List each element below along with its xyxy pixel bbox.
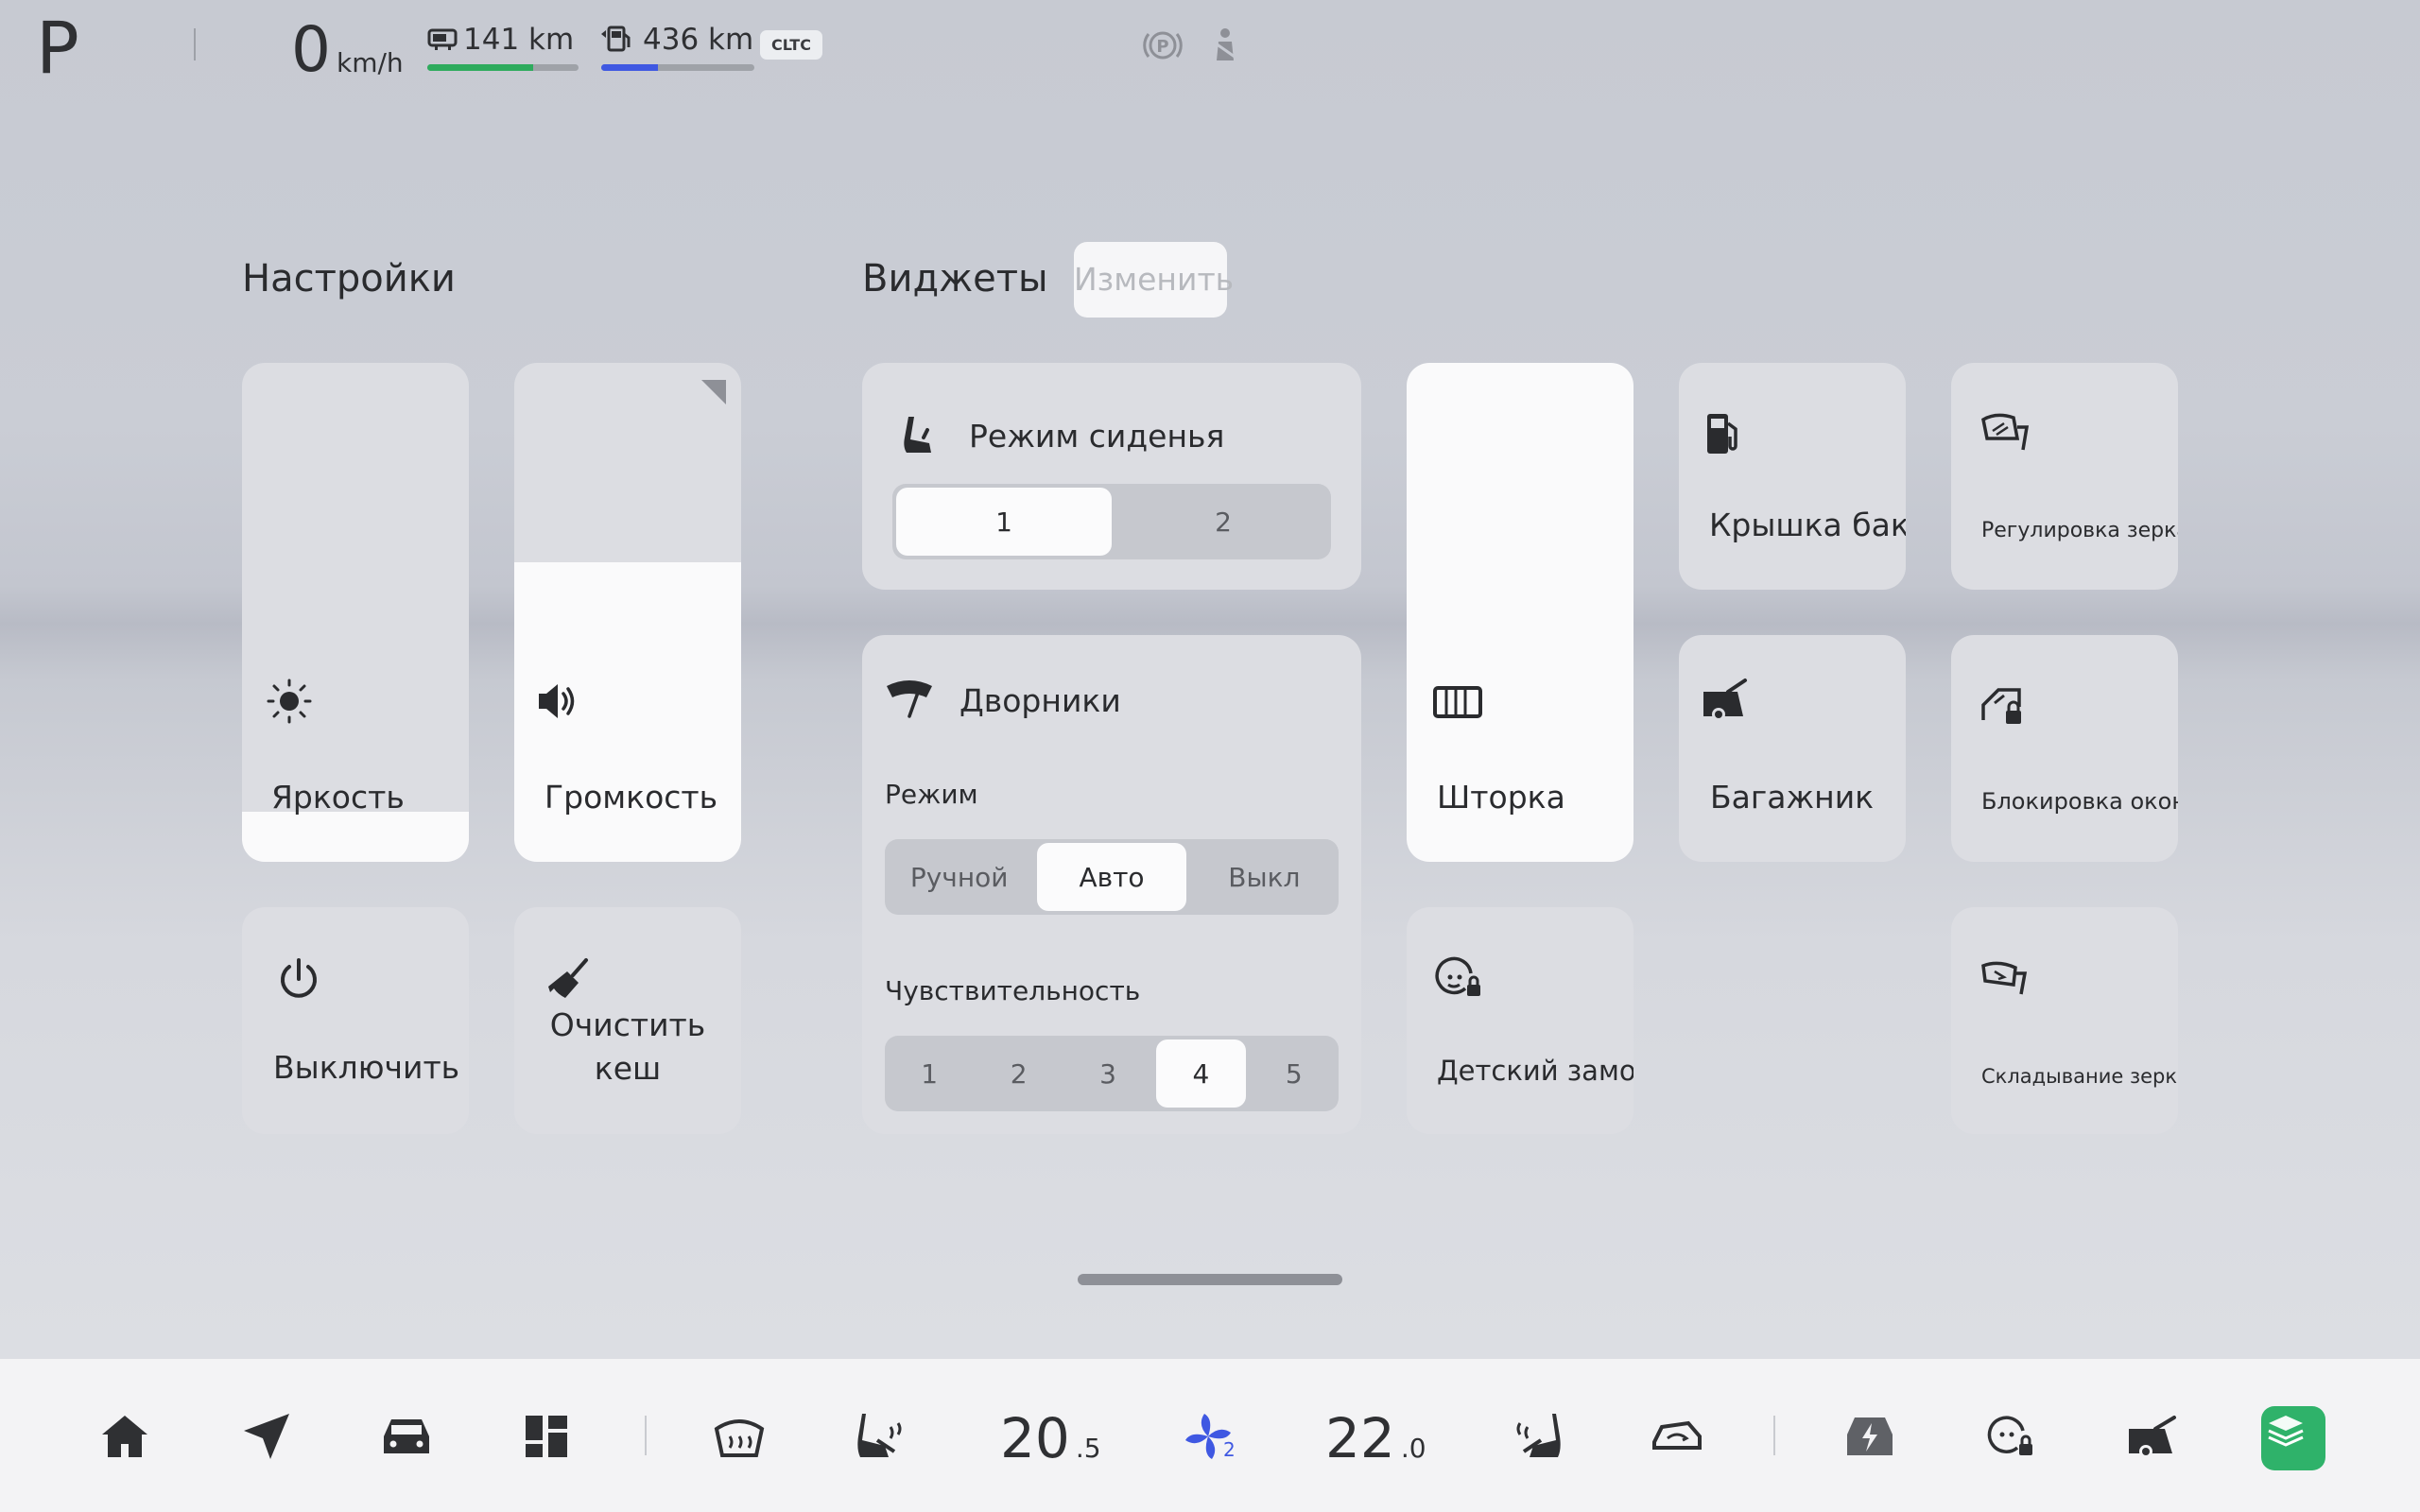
fuel-cap-label: Крышка бака [1709,507,1906,543]
trunk-dock-icon[interactable] [2123,1408,2184,1469]
home-indicator[interactable] [1078,1274,1342,1285]
power-off-button[interactable]: Выключить [242,907,469,1134]
window-lock-button[interactable]: Блокировка окон [1951,635,2178,862]
wiper-sensitivity-label: Чувствительность [885,975,1141,1006]
temp-right-value: 22 [1325,1406,1395,1470]
power-icon [270,951,327,1007]
trunk-button[interactable]: Багажник [1679,635,1906,862]
power-off-label: Выключить [273,1049,460,1086]
fuel-range-bar [601,64,754,71]
trunk-label: Багажник [1710,779,1875,816]
fuel-range: 436 km [643,23,754,57]
seat-icon [890,406,947,463]
volume-label: Громкость [544,779,718,816]
sun-icon [261,673,318,730]
sensitivity-option-1[interactable]: 1 [885,1036,974,1111]
parking-brake-icon: P [1142,25,1184,70]
wiper-mode-auto[interactable]: Авто [1037,843,1186,911]
clear-cache-label-line1: Очистить [549,1006,706,1043]
temp-left-decimal: .5 [1075,1433,1101,1464]
electric-range-bar [427,64,579,71]
sensitivity-option-3[interactable]: 3 [1063,1036,1152,1111]
speed-value: 0 [291,13,331,86]
sensitivity-option-5[interactable]: 5 [1250,1036,1339,1111]
temp-right-decimal: .0 [1400,1433,1426,1464]
seat-heating-right-icon[interactable] [1509,1408,1569,1469]
brightness-fill [242,812,469,862]
window-lock-icon [1976,679,2032,735]
wiper-mode-manual[interactable]: Ручной [885,839,1033,915]
seat-mode-label: Режим сиденья [969,418,1225,455]
sensitivity-option-2[interactable]: 2 [974,1036,1063,1111]
mirror-fold-label: Складывание зеркал [1981,1065,2178,1088]
front-defrost-icon[interactable] [711,1408,771,1469]
edit-widgets-button[interactable]: Изменить [1074,242,1234,318]
dock-divider [645,1416,647,1455]
speed-unit: km/h [337,47,404,78]
settings-title: Настройки [242,257,456,301]
brightness-label: Яркость [271,779,405,816]
volume-slider[interactable]: Громкость [514,363,741,862]
app-launcher-icon[interactable] [2261,1406,2325,1470]
fan-level: 2 [1223,1438,1236,1461]
mirror-adjust-button[interactable]: Регулировка зеркал [1951,363,2178,590]
temp-left-value: 20 [1000,1406,1070,1470]
temp-right[interactable]: 22.0 [1325,1406,1426,1470]
mirror-fold-button[interactable]: Складывание зеркал [1951,907,2178,1134]
wipers-label: Дворники [959,682,1121,719]
car-icon[interactable] [378,1408,439,1469]
mirror-adjust-icon [1976,406,2032,463]
clear-cache-label-line2: кеш [594,1050,662,1087]
trunk-icon [1696,673,1753,730]
seat-mode-option-2[interactable]: 2 [1115,484,1331,559]
clear-cache-label: Очистить кеш [514,1004,741,1091]
dock-divider-2 [1773,1416,1775,1455]
seat-heating-left-icon[interactable] [853,1408,913,1469]
svg-text:P: P [1156,37,1168,57]
home-icon[interactable] [96,1408,157,1469]
sunshade-icon [1429,673,1486,730]
electric-range: 141 km [463,23,575,57]
child-lock-button[interactable]: Детский замок [1407,907,1634,1134]
window-lock-label: Блокировка окон [1981,788,2178,815]
gear-indicator: P [36,6,79,90]
fuel-cap-button[interactable]: Крышка бака [1679,363,1906,590]
wipers-widget: Дворники Режим Ручной Авто Выкл Чувствит… [862,635,1361,1134]
seat-mode-widget: Режим сиденья 1 2 [862,363,1361,590]
air-recirculation-icon[interactable] [1649,1408,1709,1469]
seat-mode-option-1[interactable]: 1 [896,488,1112,556]
broom-icon [541,951,597,1007]
sunshade-button[interactable]: Шторка [1407,363,1634,862]
wiper-mode-label: Режим [885,779,978,810]
widgets-title: Виджеты [862,257,1048,301]
wiper-sensitivity-selector: 1 2 3 4 5 [885,1036,1339,1111]
wiper-icon [881,673,938,730]
battery-range-icon [427,26,459,55]
child-lock-dock-icon[interactable] [1981,1408,2042,1469]
temp-left[interactable]: 20.5 [1000,1406,1101,1470]
child-lock-label: Детский замок [1437,1055,1634,1087]
clear-cache-button[interactable]: Очистить кеш [514,907,741,1134]
speaker-icon [529,673,586,730]
child-lock-icon [1429,951,1486,1007]
expand-corner-icon[interactable] [700,378,728,410]
mirror-fold-icon [1976,951,2032,1007]
seatbelt-icon [1204,25,1246,70]
charging-icon[interactable] [1841,1408,1902,1469]
fuel-range-icon [599,25,631,57]
brightness-slider[interactable]: Яркость [242,363,469,862]
mirror-adjust-label: Регулировка зеркал [1981,519,2178,542]
cltc-badge: CLTC [760,30,822,60]
wiper-mode-off[interactable]: Выкл [1190,839,1339,915]
navigation-icon[interactable] [238,1408,299,1469]
wiper-mode-selector: Ручной Авто Выкл [885,839,1339,915]
sensitivity-option-4[interactable]: 4 [1156,1040,1246,1108]
fuel-pump-icon [1696,406,1753,463]
sunshade-label: Шторка [1437,779,1565,816]
apps-grid-icon[interactable] [518,1408,579,1469]
status-divider [194,28,196,60]
seat-mode-selector: 1 2 [892,484,1331,559]
